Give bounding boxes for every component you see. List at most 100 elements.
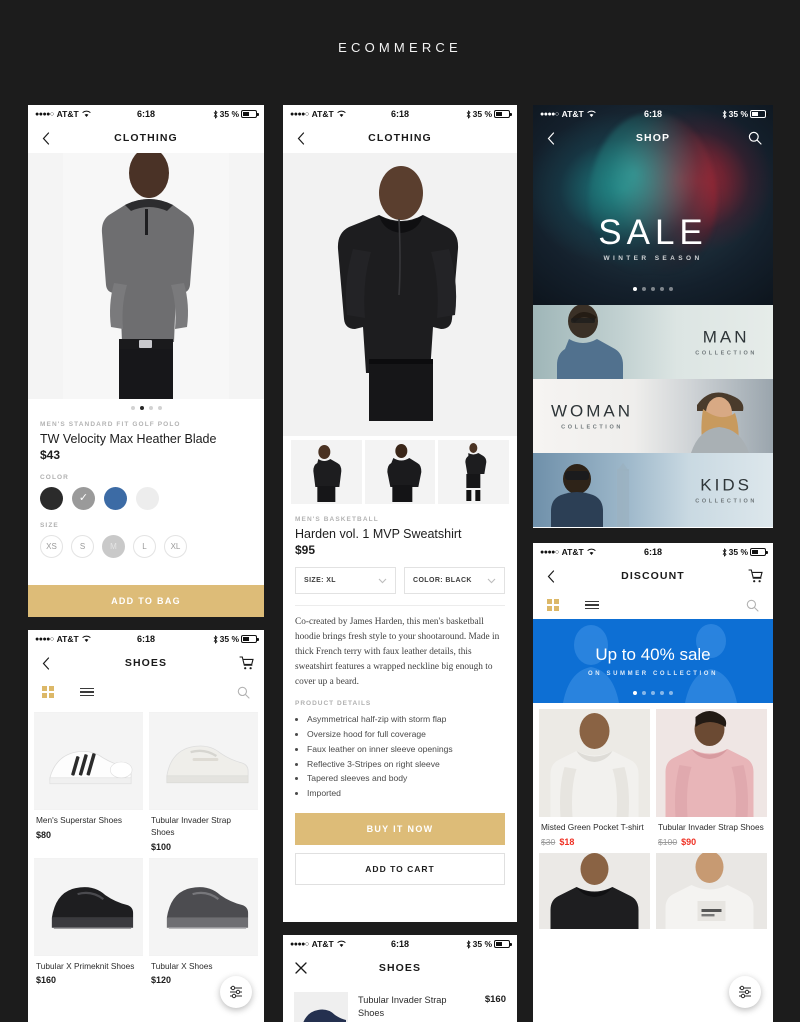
nav-bar: CLOTHING bbox=[28, 123, 264, 153]
carousel-dot[interactable] bbox=[651, 287, 655, 291]
detail-item: Faux leather on inner sleeve openings bbox=[307, 742, 505, 757]
product-name: Tubular X Primeknit Shoes bbox=[36, 960, 135, 971]
carousel-dot[interactable] bbox=[660, 691, 664, 695]
size-dropdown[interactable]: SIZE: XL bbox=[295, 567, 396, 594]
product-card[interactable]: Men's Superstar Shoes $80 bbox=[34, 712, 143, 852]
kids-photo bbox=[551, 463, 629, 527]
category-label-kids: KIDS COLLECTION bbox=[695, 476, 757, 505]
carousel-dots[interactable] bbox=[28, 399, 264, 417]
cart-icon[interactable] bbox=[747, 568, 763, 584]
product-card[interactable] bbox=[656, 852, 767, 929]
battery-percent: 35 % bbox=[472, 939, 492, 949]
color-swatch-blue[interactable] bbox=[104, 487, 127, 510]
carousel-dot[interactable] bbox=[642, 287, 646, 291]
size-option-xs[interactable]: XS bbox=[40, 535, 63, 558]
black-tshirt-model-photo bbox=[539, 852, 650, 929]
product-card[interactable]: Tubular Invader Strap Shoes $100 $90 bbox=[656, 709, 767, 847]
thumbnail-strip[interactable] bbox=[283, 436, 517, 512]
color-swatch-white[interactable] bbox=[136, 487, 159, 510]
product-thumbnail bbox=[149, 712, 258, 810]
list-view-icon[interactable] bbox=[80, 687, 94, 697]
thumbnail-3[interactable] bbox=[438, 440, 510, 504]
product-name: Tubular X Shoes bbox=[151, 960, 213, 971]
tubular-x-shoe-illustration bbox=[149, 858, 258, 956]
category-title: WOMAN bbox=[551, 401, 634, 421]
carousel-dot[interactable] bbox=[130, 406, 135, 410]
carousel-dot[interactable] bbox=[669, 287, 673, 291]
back-button[interactable] bbox=[543, 130, 559, 146]
color-swatches[interactable] bbox=[40, 487, 252, 510]
category-banner-kids[interactable]: KIDS COLLECTION bbox=[533, 453, 773, 527]
product-category: MEN'S BASKETBALL bbox=[295, 516, 379, 523]
cart-icon[interactable] bbox=[238, 655, 254, 671]
page-heading: CLOTHING bbox=[368, 132, 432, 144]
phone-screen-discount: ●●●●○ AT&T 6:18 35 % DISCOUNT Up to 40% … bbox=[533, 543, 773, 1022]
product-image-carousel[interactable] bbox=[28, 153, 264, 399]
search-icon[interactable] bbox=[746, 599, 759, 612]
thumbnail-1[interactable] bbox=[291, 440, 362, 504]
superstar-shoe-illustration bbox=[34, 712, 143, 810]
cart-item-price: $160 bbox=[484, 994, 506, 1005]
sale-hero-banner[interactable]: ●●●●○ AT&T 6:18 35 % SHOP SALE WINTER SE… bbox=[533, 105, 773, 305]
back-button[interactable] bbox=[38, 655, 54, 671]
back-button[interactable] bbox=[38, 130, 54, 146]
battery-percent: 35 % bbox=[219, 109, 239, 119]
carousel-dot[interactable] bbox=[157, 406, 162, 410]
product-hero-image[interactable] bbox=[283, 153, 517, 436]
carousel-dot[interactable] bbox=[651, 691, 655, 695]
size-dropdown-value: SIZE: XL bbox=[304, 577, 336, 584]
filter-sliders-icon[interactable] bbox=[220, 976, 252, 1008]
back-button[interactable] bbox=[543, 568, 559, 584]
carousel-dot-active[interactable] bbox=[139, 406, 144, 410]
carousel-dot[interactable] bbox=[642, 691, 646, 695]
size-selector[interactable]: XS S M L XL bbox=[40, 535, 252, 558]
grid-view-icon[interactable] bbox=[547, 599, 559, 611]
filter-sliders-icon[interactable] bbox=[729, 976, 761, 1008]
graphic-tshirt-model-photo bbox=[656, 852, 767, 929]
product-card[interactable]: Tubular Invader Strap Shoes $100 bbox=[149, 712, 258, 852]
size-option-xl[interactable]: XL bbox=[164, 535, 187, 558]
cart-item-thumbnail bbox=[294, 992, 348, 1022]
product-card[interactable]: Tubular X Shoes $120 bbox=[149, 857, 258, 986]
carousel-dot[interactable] bbox=[148, 406, 153, 410]
search-icon[interactable] bbox=[747, 130, 763, 146]
size-option-m-selected[interactable]: M bbox=[102, 535, 125, 558]
size-option-s[interactable]: S bbox=[71, 535, 94, 558]
grid-view-icon[interactable] bbox=[42, 686, 54, 698]
color-swatch-grey-selected[interactable] bbox=[72, 487, 95, 510]
carousel-dot[interactable] bbox=[669, 691, 673, 695]
add-to-cart-button[interactable]: ADD TO CART bbox=[295, 852, 505, 885]
hero-carousel-dots[interactable] bbox=[533, 287, 773, 291]
product-name: TW Velocity Max Heather Blade bbox=[40, 432, 217, 446]
product-description: Co-created by James Harden, this men's b… bbox=[295, 617, 500, 688]
carousel-dot-active[interactable] bbox=[633, 287, 637, 291]
list-view-icon[interactable] bbox=[585, 600, 599, 610]
product-card[interactable]: Misted Green Pocket T-shirt $30 $18 bbox=[539, 709, 650, 847]
category-banner-woman[interactable]: WOMAN COLLECTION bbox=[533, 379, 773, 453]
nav-bar: DISCOUNT bbox=[533, 561, 773, 591]
carousel-dot[interactable] bbox=[660, 287, 664, 291]
category-title: MAN bbox=[702, 327, 750, 347]
color-dropdown[interactable]: COLOR: BLACK bbox=[404, 567, 505, 594]
size-option-l[interactable]: L bbox=[133, 535, 156, 558]
back-button[interactable] bbox=[293, 130, 309, 146]
close-button[interactable] bbox=[293, 960, 309, 976]
page-heading: SHOES bbox=[124, 657, 168, 669]
variant-selectors: SIZE: XL COLOR: BLACK bbox=[283, 567, 517, 594]
product-card[interactable] bbox=[539, 852, 650, 929]
category-subtitle: COLLECTION bbox=[695, 350, 757, 357]
hero-headline: SALE bbox=[598, 213, 708, 252]
banner-carousel-dots[interactable] bbox=[533, 691, 773, 695]
product-card[interactable]: Tubular X Primeknit Shoes $160 bbox=[34, 857, 143, 986]
discount-banner[interactable]: Up to 40% sale ON SUMMER COLLECTION bbox=[533, 619, 773, 703]
buy-it-now-button[interactable]: BUY IT NOW bbox=[295, 812, 505, 845]
color-swatch-black[interactable] bbox=[40, 487, 63, 510]
add-to-bag-button[interactable]: ADD TO BAG bbox=[28, 585, 264, 617]
cart-item-row[interactable]: Tubular Invader Strap Shoes $160 bbox=[283, 983, 517, 1022]
search-icon[interactable] bbox=[237, 686, 250, 699]
carousel-dot-active[interactable] bbox=[633, 691, 637, 695]
detail-item: Imported bbox=[307, 786, 505, 801]
product-thumbnail bbox=[656, 852, 767, 929]
thumbnail-2[interactable] bbox=[364, 440, 436, 504]
category-banner-man[interactable]: MAN COLLECTION bbox=[533, 305, 773, 379]
